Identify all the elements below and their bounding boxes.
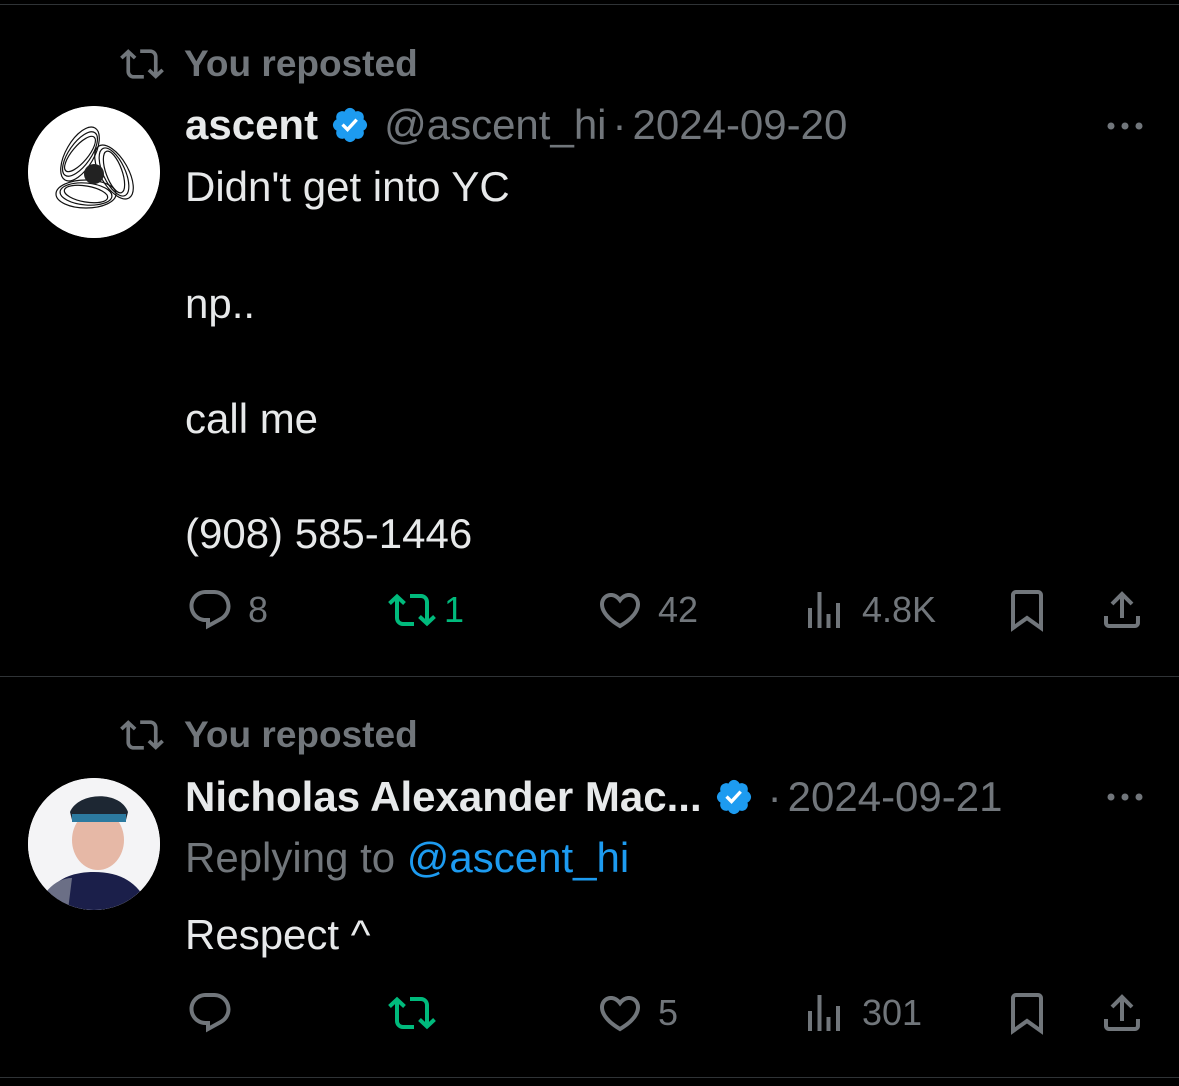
like-count: 42 (658, 589, 699, 630)
author-name[interactable]: Nicholas Alexander Mac... (185, 773, 702, 821)
repost-icon (388, 996, 436, 1030)
like-count: 5 (658, 992, 679, 1033)
repost-button[interactable]: 1 (388, 580, 464, 640)
share-icon (1104, 591, 1140, 628)
repost-context: You reposted (120, 42, 418, 86)
replying-to-label: Replying to (185, 834, 407, 881)
more-icon[interactable] (1101, 777, 1149, 817)
views-count: 301 (862, 992, 923, 1033)
reply-icon (189, 993, 231, 1033)
reply-button[interactable] (186, 983, 248, 1043)
tweet[interactable]: You reposted Nicholas Alexander Mac... ·… (0, 677, 1179, 1078)
tweet-text-line: (908) 585-1446 (185, 510, 473, 557)
avatar[interactable] (28, 778, 160, 910)
repost-button[interactable] (388, 983, 450, 1043)
tweet-header: ascent @ascent_hi · 2024-09-20 (185, 97, 847, 153)
like-button[interactable]: 42 (596, 580, 698, 640)
repost-label: You reposted (184, 714, 418, 755)
share-button[interactable] (1098, 580, 1146, 640)
views-icon (808, 995, 840, 1031)
separator-dot: · (767, 773, 782, 820)
share-icon (1104, 994, 1140, 1031)
tweet-header: Nicholas Alexander Mac... · 2024-09-21 (185, 769, 1002, 825)
avatar[interactable] (28, 106, 160, 238)
separator-dot: · (612, 101, 627, 148)
tweet[interactable]: You reposted ascent @ascent_hi · 2024-09… (0, 0, 1179, 677)
reply-icon (189, 590, 231, 630)
bookmark-icon (1011, 590, 1043, 632)
action-bar: 8 1 42 4.8K (0, 580, 1179, 640)
reply-button[interactable]: 8 (186, 580, 268, 640)
tweet-text-line: call me (185, 395, 319, 442)
tweet-date[interactable]: 2024-09-20 (633, 101, 848, 149)
ascent-logo-image (28, 106, 160, 238)
share-button[interactable] (1098, 983, 1146, 1043)
views-icon (808, 592, 840, 628)
bookmark-button[interactable] (1003, 983, 1051, 1043)
like-icon (599, 996, 641, 1032)
action-bar: 5 301 (0, 983, 1179, 1043)
bookmark-button[interactable] (1003, 580, 1051, 640)
views-button[interactable]: 301 (800, 983, 922, 1043)
views-button[interactable]: 4.8K (800, 580, 936, 640)
replying-to-handle[interactable]: @ascent_hi (407, 834, 629, 881)
reply-count: 8 (248, 589, 269, 630)
like-button[interactable]: 5 (596, 983, 678, 1043)
verified-badge-icon[interactable] (714, 777, 754, 817)
repost-icon (120, 49, 164, 79)
tweet-text-line: Didn't get into YC (185, 163, 510, 210)
author-handle[interactable]: @ascent_hi (384, 101, 606, 149)
tweet-text-line: np.. (185, 280, 256, 327)
replying-to: Replying to @ascent_hi (185, 834, 629, 882)
repost-label: You reposted (184, 43, 418, 84)
more-icon[interactable] (1101, 106, 1149, 146)
author-name[interactable]: ascent (185, 101, 318, 149)
tweet-text-line: Respect ^ (185, 911, 371, 958)
verified-badge-icon[interactable] (330, 105, 370, 145)
views-count: 4.8K (862, 589, 937, 630)
like-icon (599, 593, 641, 629)
repost-context: You reposted (120, 713, 418, 757)
tweet-date[interactable]: 2024-09-21 (788, 773, 1003, 821)
bookmark-icon (1011, 993, 1043, 1035)
repost-count: 1 (444, 589, 465, 630)
profile-photo-image (28, 778, 160, 910)
repost-icon (388, 593, 436, 627)
repost-icon (120, 720, 164, 750)
